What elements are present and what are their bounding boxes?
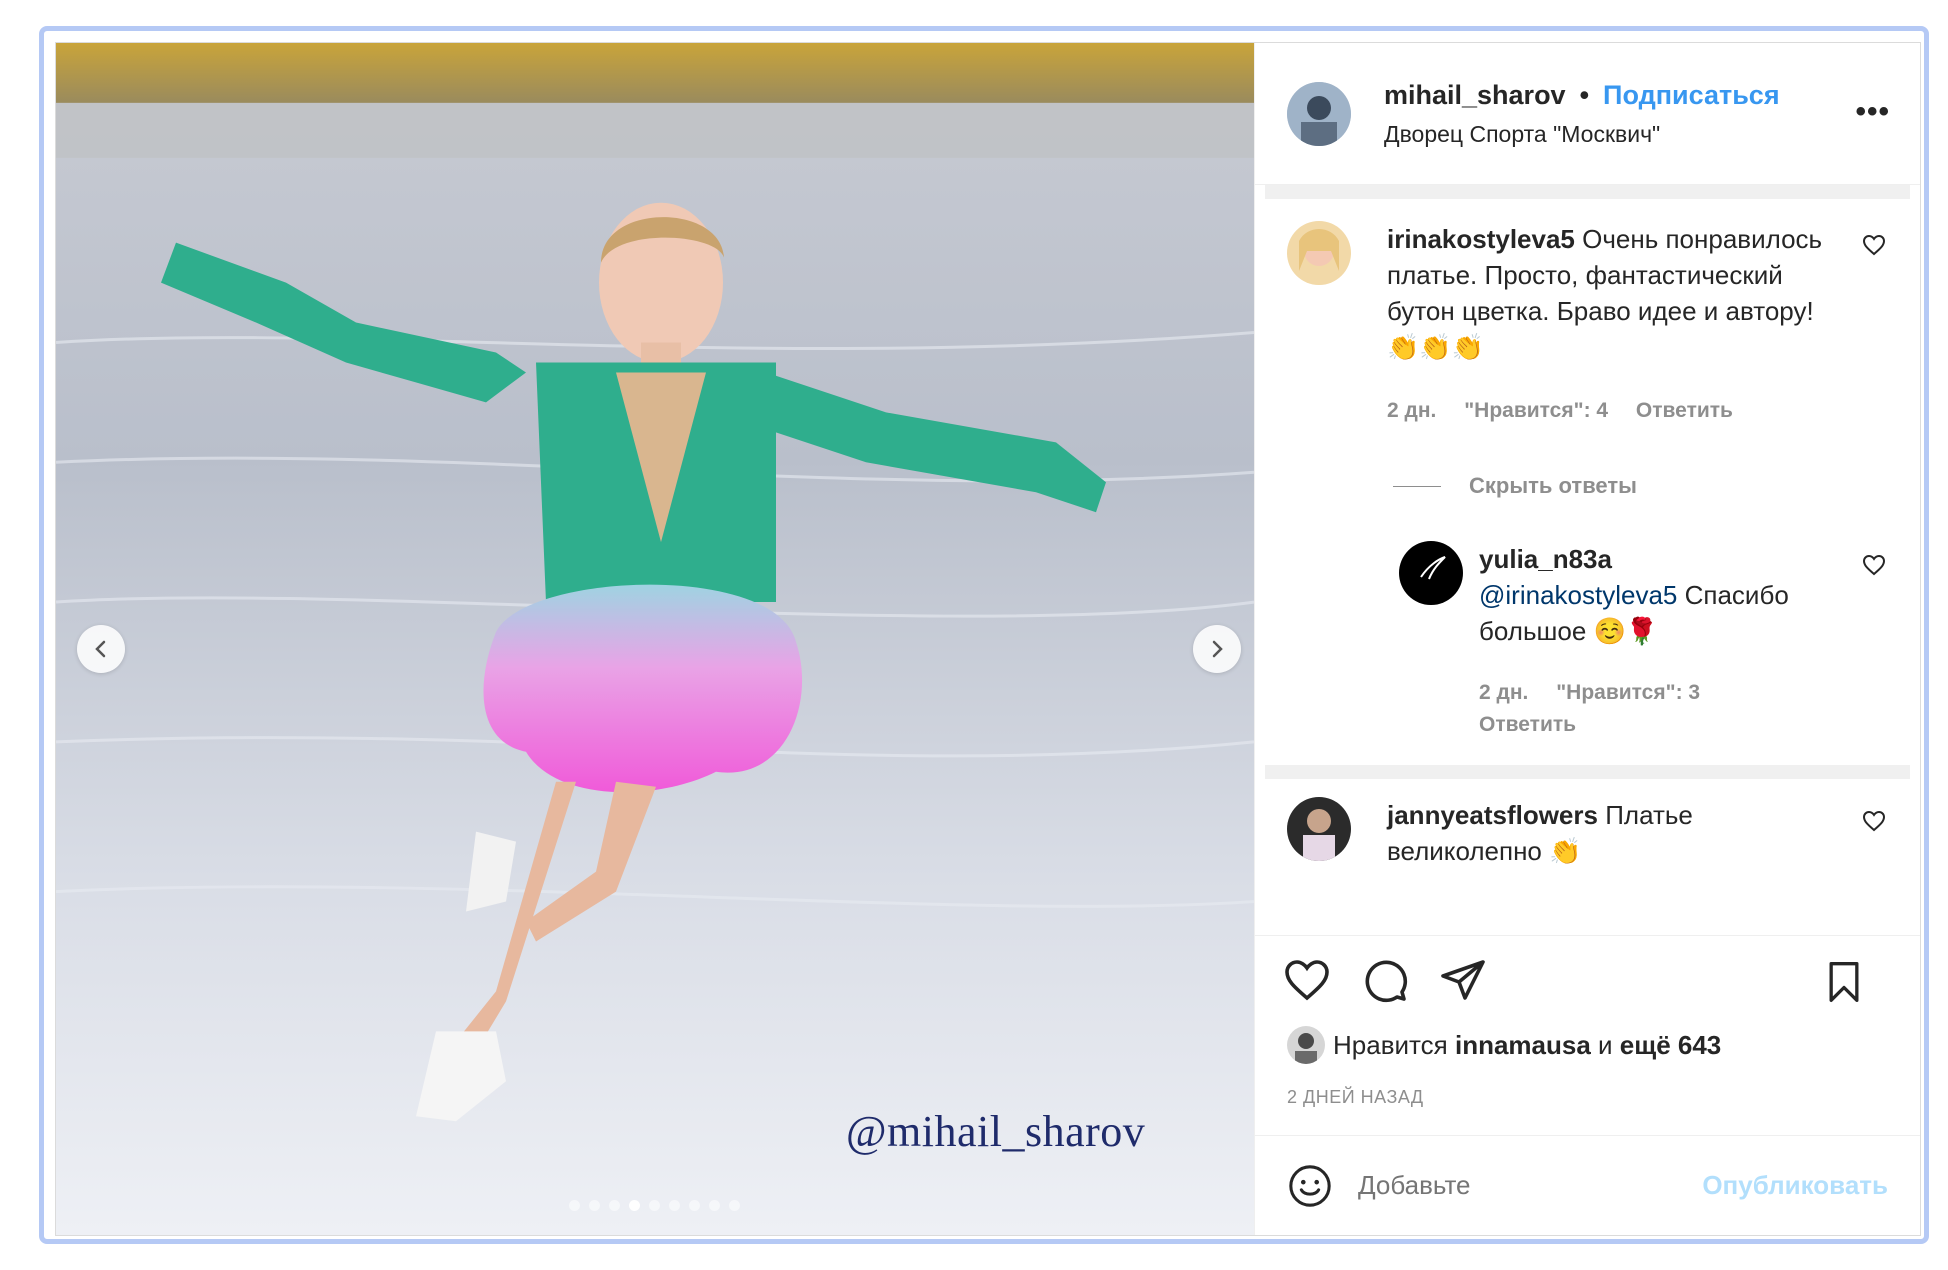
more-options-button[interactable]: •••: [1855, 95, 1890, 129]
carousel-dot: [669, 1200, 680, 1211]
post-timestamp[interactable]: 2 ДНЕЙ НАЗАД: [1255, 1067, 1920, 1135]
reply-likes[interactable]: "Нравится": 3: [1556, 681, 1700, 704]
hide-replies-line: [1393, 485, 1441, 487]
post-media: @mihail_sharov: [56, 43, 1254, 1235]
commenter-avatar[interactable]: [1287, 221, 1351, 285]
follow-button[interactable]: Подписаться: [1603, 80, 1780, 111]
emoji-icon[interactable]: [1287, 1163, 1333, 1209]
reply-avatar-image: [1399, 541, 1463, 605]
carousel-next-button[interactable]: [1193, 625, 1241, 673]
publish-button[interactable]: Опубликовать: [1702, 1170, 1888, 1201]
comment-likes[interactable]: "Нравится": 4: [1464, 399, 1608, 422]
carousel-dot: [629, 1200, 640, 1211]
post-location[interactable]: Дворец Спорта "Москвич": [1384, 121, 1780, 148]
header-separator: •: [1579, 79, 1590, 110]
carousel-dot: [609, 1200, 620, 1211]
post-header: mihail_sharov • Подписаться Дворец Спорт…: [1255, 43, 1920, 185]
comment-username[interactable]: irinakostyleva5: [1387, 224, 1575, 254]
likes-prefix: Нравится: [1333, 1029, 1448, 1060]
hide-replies-label: Скрыть ответы: [1469, 473, 1637, 498]
heart-icon[interactable]: [1862, 809, 1886, 833]
comment-input[interactable]: [1358, 1170, 1703, 1201]
chevron-right-icon: [1212, 640, 1223, 658]
commenter-avatar-image: [1287, 797, 1351, 861]
comments-list[interactable]: irinakostyleva5 Очень понравилось платье…: [1255, 185, 1920, 935]
comment-composer: Опубликовать: [1255, 1135, 1920, 1235]
carousel-prev-button[interactable]: [77, 625, 125, 673]
skater-photo: [56, 43, 1254, 1235]
comment-time: 2 дн.: [1387, 399, 1437, 422]
heart-icon[interactable]: [1862, 233, 1886, 257]
scroll-divider: [1265, 765, 1910, 779]
reply-mention[interactable]: @irinakostyleva5: [1479, 580, 1677, 610]
comment-icon[interactable]: [1361, 956, 1409, 1004]
liker-avatar[interactable]: [1287, 1026, 1325, 1064]
commenter-avatar[interactable]: [1287, 797, 1351, 861]
reply-item: yulia_n83a @irinakostyleva5 Спасибо боль…: [1255, 541, 1920, 741]
likes-summary: Нравится innamausa и ещё 643: [1255, 1023, 1920, 1067]
author-avatar[interactable]: [1287, 81, 1351, 146]
post-actions-bar: [1255, 935, 1920, 1023]
reply-time: 2 дн.: [1479, 681, 1529, 704]
carousel-dot: [569, 1200, 580, 1211]
author-avatar-image: [1287, 81, 1351, 146]
comment-item: irinakostyleva5 Очень понравилось платье…: [1255, 221, 1920, 429]
scroll-divider: [1265, 185, 1910, 199]
chevron-left-icon: [95, 640, 106, 658]
carousel-dot: [729, 1200, 740, 1211]
like-icon[interactable]: [1283, 956, 1331, 1004]
bookmark-icon[interactable]: [1822, 960, 1866, 1004]
commenter-avatar-image: [1287, 221, 1351, 285]
likes-middle: и: [1598, 1029, 1613, 1060]
post-dialog: @mihail_sharov mihail_sharov • Подписать…: [55, 42, 1921, 1236]
heart-icon[interactable]: [1862, 553, 1886, 577]
carousel-dot: [689, 1200, 700, 1211]
carousel-dot: [589, 1200, 600, 1211]
comment-reply-button[interactable]: Ответить: [1636, 399, 1733, 422]
share-icon[interactable]: [1439, 956, 1487, 1004]
reply-username[interactable]: yulia_n83a: [1479, 541, 1840, 577]
likes-count[interactable]: ещё 643: [1620, 1030, 1721, 1061]
carousel-dot: [649, 1200, 660, 1211]
carousel-indicator: [569, 1200, 740, 1211]
comment-item: jannyeatsflowers Платье великолепно 👏: [1255, 797, 1920, 869]
comment-username[interactable]: jannyeatsflowers: [1387, 800, 1598, 830]
post-side-panel: mihail_sharov • Подписаться Дворец Спорт…: [1254, 43, 1920, 1235]
reply-reply-button[interactable]: Ответить: [1479, 713, 1576, 736]
reply-avatar[interactable]: [1399, 541, 1463, 605]
carousel-dot: [709, 1200, 720, 1211]
author-username[interactable]: mihail_sharov: [1384, 80, 1566, 111]
photo-watermark: @mihail_sharov: [846, 1107, 1146, 1156]
liker-avatar-image: [1287, 1026, 1325, 1064]
liker-username[interactable]: innamausa: [1455, 1030, 1591, 1061]
browser-frame: @mihail_sharov mihail_sharov • Подписать…: [39, 26, 1929, 1244]
hide-replies-button[interactable]: Скрыть ответы: [1393, 473, 1920, 499]
